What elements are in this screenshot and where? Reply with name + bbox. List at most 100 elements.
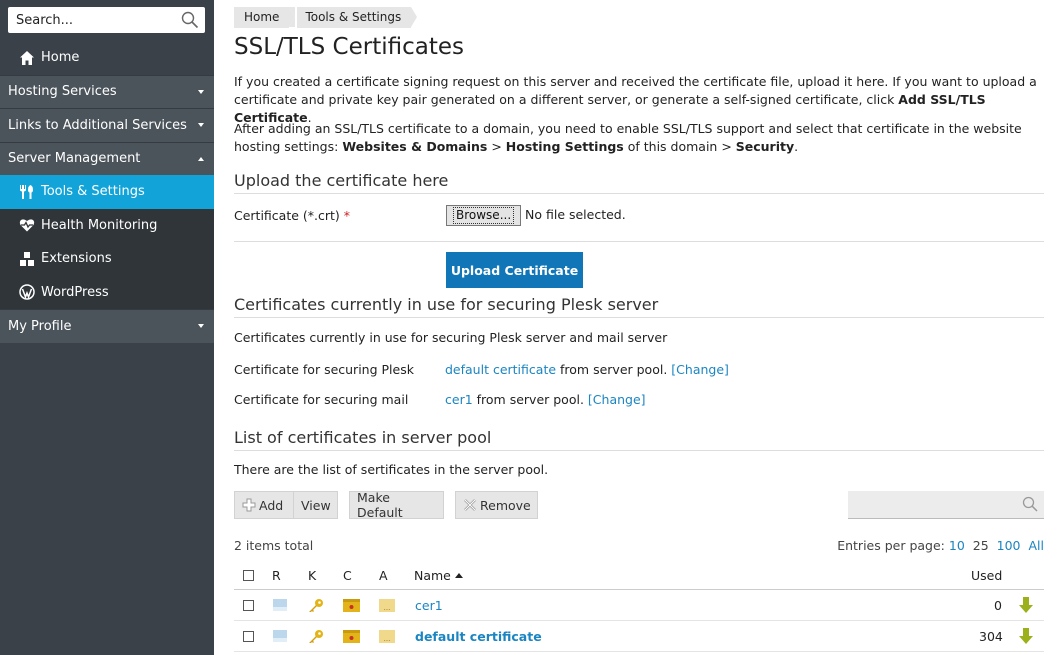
column-header-k: K	[308, 568, 317, 583]
sidebar-item-label: Extensions	[41, 251, 112, 267]
sidebar-search[interactable]	[8, 7, 205, 33]
select-all-checkbox[interactable]	[243, 562, 254, 589]
sidebar-search-input[interactable]	[8, 7, 173, 33]
key-icon	[307, 590, 324, 620]
sidebar-item-label: Hosting Services	[8, 84, 117, 100]
chevron-down-icon	[198, 123, 204, 127]
row-checkbox[interactable]	[243, 621, 254, 651]
download-icon[interactable]	[1019, 590, 1033, 620]
ca-certificate-icon: ...	[379, 621, 395, 651]
key-icon	[307, 621, 324, 651]
upload-certificate-button[interactable]: Upload Certificate	[446, 252, 583, 288]
certificate-field-label: Certificate (*.crt) *	[234, 208, 350, 223]
checkbox-box[interactable]	[243, 630, 254, 642]
list-search-input[interactable]	[848, 491, 1044, 519]
remove-button[interactable]: Remove	[455, 491, 538, 519]
sidebar-nav: Home Hosting Services Links to Additiona…	[0, 41, 214, 343]
certificate-name-link[interactable]: cer1	[415, 590, 443, 620]
used-count: 304	[979, 628, 1003, 644]
in-use-section-heading: Certificates currently in use for securi…	[234, 295, 1044, 318]
chevron-up-icon	[198, 156, 204, 161]
table-header-row: R K C A Name Used	[234, 562, 1044, 590]
certificate-name-link[interactable]: default certificate	[415, 621, 542, 651]
plus-icon	[242, 498, 256, 512]
intro-text: of this domain >	[623, 139, 736, 154]
view-button[interactable]: View	[293, 491, 338, 519]
sidebar-group-my-profile[interactable]: My Profile	[0, 309, 214, 343]
heart-pulse-icon	[18, 216, 36, 234]
required-mark: *	[343, 208, 351, 223]
breadcrumb-home[interactable]: Home	[234, 7, 296, 28]
add-button[interactable]: Add	[234, 491, 294, 519]
chevron-down-icon	[198, 324, 204, 328]
remove-icon	[463, 498, 477, 512]
mail-cert-suffix: from server pool.	[476, 392, 584, 407]
entries-label: Entries per page:	[837, 538, 945, 553]
request-icon	[273, 621, 287, 651]
sidebar-item-tools-settings[interactable]: Tools & Settings	[0, 175, 214, 209]
pool-description: There are the list of sertificates in th…	[234, 462, 549, 477]
mail-cert-link[interactable]: cer1	[445, 392, 473, 407]
entries-option-all[interactable]: All	[1029, 538, 1045, 553]
entries-option-10[interactable]: 10	[949, 538, 965, 553]
breadcrumb: Home Tools & Settings	[234, 7, 417, 28]
mail-cert-value: cer1 from server pool. [Change]	[445, 392, 646, 407]
home-icon	[18, 49, 36, 67]
search-icon[interactable]	[1022, 496, 1038, 512]
column-header-name[interactable]: Name	[414, 562, 463, 589]
page-title: SSL/TLS Certificates	[234, 34, 464, 60]
change-mail-cert-link[interactable]: [Change]	[588, 392, 646, 407]
search-icon[interactable]	[181, 11, 199, 29]
column-header-r: R	[272, 568, 281, 583]
certificates-table: R K C A Name Used ... cer1 0 ... default…	[234, 562, 1044, 652]
sidebar-item-home[interactable]: Home	[0, 41, 214, 75]
tools-icon	[18, 183, 36, 201]
pool-section-heading: List of certificates in server pool	[234, 428, 1044, 451]
row-checkbox[interactable]	[243, 590, 254, 620]
checkbox-box[interactable]	[243, 570, 254, 581]
column-header-c: C	[343, 568, 352, 583]
certificate-icon	[343, 621, 360, 651]
certificate-name[interactable]: cer1	[415, 598, 443, 613]
svg-text:...: ...	[384, 635, 391, 643]
request-icon	[273, 590, 287, 620]
column-header-a: A	[379, 568, 388, 583]
sidebar-group-server-management[interactable]: Server Management	[0, 141, 214, 175]
entries-option-100[interactable]: 100	[997, 538, 1021, 553]
sidebar-item-wordpress[interactable]: WordPress	[0, 275, 214, 309]
plesk-cert-label: Certificate for securing Plesk	[234, 362, 414, 377]
sidebar-item-label: Tools & Settings	[41, 184, 145, 200]
plesk-cert-suffix: from server pool.	[560, 362, 668, 377]
browse-label: Browse...	[453, 207, 515, 224]
mail-cert-label: Certificate for securing mail	[234, 392, 409, 407]
sidebar-group-links-additional-services[interactable]: Links to Additional Services	[0, 108, 214, 142]
used-count: 0	[994, 597, 1002, 613]
plesk-cert-value: default certificate from server pool. [C…	[445, 362, 729, 377]
sidebar-item-label: Health Monitoring	[41, 217, 158, 233]
no-file-selected: No file selected.	[525, 207, 626, 222]
remove-button-label: Remove	[480, 497, 531, 513]
extensions-icon	[18, 250, 36, 268]
change-plesk-cert-link[interactable]: [Change]	[671, 362, 729, 377]
download-icon[interactable]	[1019, 621, 1033, 651]
intro-paragraph-ssl: After adding an SSL/TLS certificate to a…	[234, 120, 1044, 156]
sidebar-item-health-monitoring[interactable]: Health Monitoring	[0, 208, 214, 242]
certificate-name[interactable]: default certificate	[415, 629, 542, 644]
plesk-cert-link[interactable]: default certificate	[445, 362, 556, 377]
entries-option-25[interactable]: 25	[973, 538, 989, 553]
column-header-used: Used	[971, 568, 1003, 583]
sidebar-item-label: WordPress	[41, 284, 109, 300]
in-use-description: Certificates currently in use for securi…	[234, 330, 668, 345]
checkbox-box[interactable]	[243, 599, 254, 611]
sidebar: Home Hosting Services Links to Additiona…	[0, 0, 214, 655]
divider	[234, 241, 1044, 242]
breadcrumb-tools-settings[interactable]: Tools & Settings	[289, 7, 417, 28]
sidebar-item-extensions[interactable]: Extensions	[0, 242, 214, 276]
label-text: Certificate (*.crt)	[234, 208, 340, 223]
sidebar-group-hosting-services[interactable]: Hosting Services	[0, 74, 214, 108]
svg-text:...: ...	[384, 604, 391, 612]
entries-per-page: Entries per page: 10 25 100 All	[837, 538, 1044, 553]
table-row: ... cer1 0	[234, 590, 1044, 621]
make-default-button[interactable]: Make Default	[349, 490, 444, 520]
browse-button[interactable]: Browse...	[446, 205, 522, 226]
